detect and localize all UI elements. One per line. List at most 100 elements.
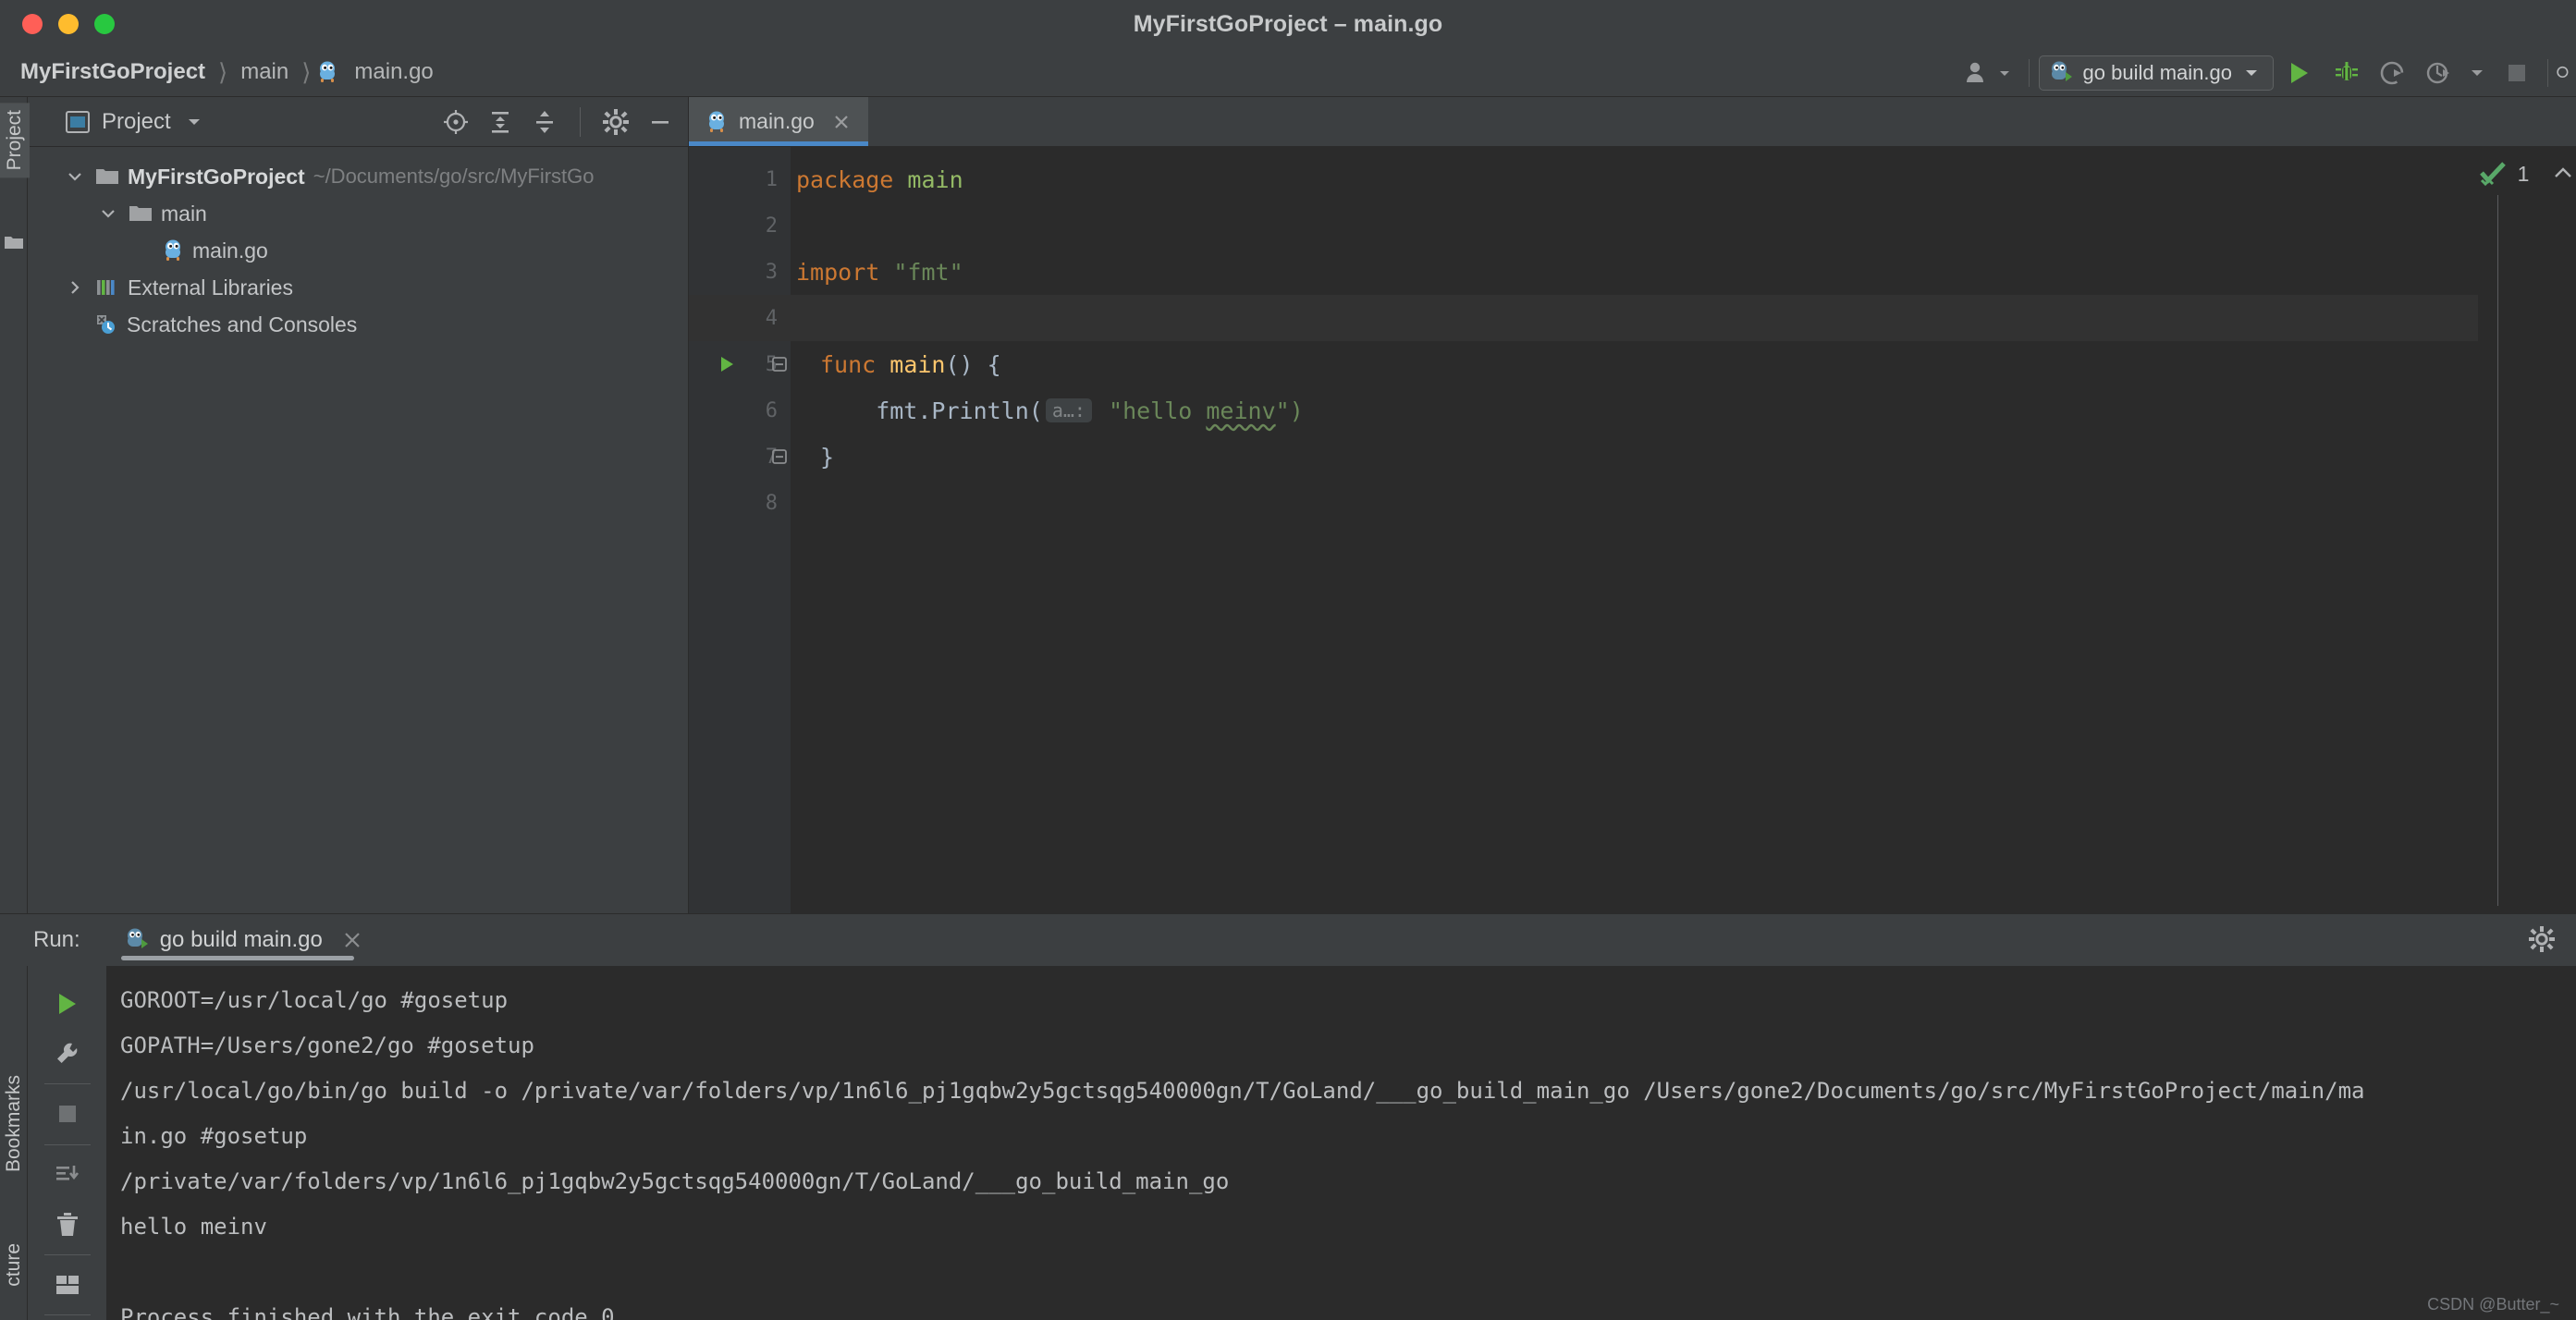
minimize-window-button[interactable] <box>58 14 79 34</box>
gear-icon[interactable] <box>2528 925 2556 953</box>
tree-node-external-libraries[interactable]: External Libraries <box>28 269 688 306</box>
run-with-coverage-button[interactable] <box>2370 48 2416 97</box>
project-pane-title: Project <box>102 108 171 134</box>
collapse-all-icon[interactable] <box>530 107 559 137</box>
code-line[interactable]: import "fmt" <box>791 249 2478 336</box>
go-run-config-icon <box>125 926 149 954</box>
editor-body: 1 2 3 4 5 6 7 8 package main import "fmt… <box>689 147 2576 913</box>
run-tab[interactable]: go build main.go <box>120 914 367 966</box>
chevron-down-icon <box>2472 69 2483 76</box>
tree-node-path: ~/Documents/go/src/MyFirstGo <box>313 165 595 188</box>
inspection-widget[interactable]: 1 <box>2479 147 2576 193</box>
token-string: "fmt" <box>893 258 963 286</box>
tool-window-button-project[interactable]: Project <box>0 103 30 178</box>
account-button[interactable] <box>1957 48 2019 97</box>
breadcrumb: MyFirstGoProject ⟩ main ⟩ main.go <box>0 58 441 87</box>
code-line[interactable]: func main() { <box>772 341 2478 387</box>
clear-all-button[interactable] <box>42 1200 93 1250</box>
console-line: /private/var/folders/vp/1n6l6_pj1gqbw2y5… <box>120 1167 1230 1194</box>
code-line[interactable] <box>791 480 2478 526</box>
intention-bulb-icon[interactable] <box>803 259 823 336</box>
token-function-name: main <box>889 350 946 378</box>
debug-button[interactable] <box>2324 48 2370 97</box>
code-line[interactable]: fmt.Println(a…: "hello meinv ") <box>791 387 2478 434</box>
profiler-button[interactable] <box>2416 48 2462 97</box>
inspection-count: 1 <box>2517 161 2530 186</box>
token-keyword: func <box>820 350 877 378</box>
main-toolbar: go build main.go <box>1957 48 2576 97</box>
stop-button[interactable] <box>2492 48 2542 97</box>
divider <box>43 1143 91 1145</box>
breadcrumb-item-file[interactable]: main.go <box>347 59 440 85</box>
close-window-button[interactable] <box>22 14 43 34</box>
line-number: 3 <box>765 260 778 284</box>
fold-end-icon[interactable] <box>770 447 789 466</box>
token-punctuation: } <box>820 443 835 471</box>
tree-node-main-folder[interactable]: main <box>28 195 688 232</box>
edit-configuration-button[interactable] <box>42 1029 93 1079</box>
tool-window-button-bookmarks[interactable]: Bookmarks <box>3 1075 25 1172</box>
breadcrumb-separator-icon: ⟩ <box>301 57 312 86</box>
project-view-dropdown[interactable] <box>184 112 204 132</box>
editor-column: main.go 1 2 3 4 5 6 7 8 package main imp… <box>689 97 2576 913</box>
active-tab-indicator <box>689 141 868 146</box>
editor-tab-main-go[interactable]: main.go <box>689 97 868 146</box>
code-line[interactable]: } <box>772 434 2478 480</box>
token-keyword: package <box>796 165 894 193</box>
run-console-toolbar <box>28 966 107 1320</box>
tree-node-label: External Libraries <box>128 275 293 299</box>
run-configuration-selector[interactable]: go build main.go <box>2038 55 2274 91</box>
folder-icon <box>95 166 119 187</box>
navigation-bar: MyFirstGoProject ⟩ main ⟩ main.go go bui… <box>0 48 2576 97</box>
close-icon[interactable] <box>341 929 363 951</box>
tool-window-button-structure[interactable]: cture <box>3 1243 25 1287</box>
breadcrumb-item-main[interactable]: main <box>233 59 296 85</box>
search-everywhere-button[interactable] <box>2554 48 2576 97</box>
run-configuration-label: go build main.go <box>2082 60 2232 84</box>
editor-gutter[interactable]: 1 2 3 4 5 6 7 8 <box>689 147 791 913</box>
breadcrumb-separator-icon: ⟩ <box>218 57 228 86</box>
line-number: 8 <box>765 491 778 515</box>
close-icon[interactable] <box>831 112 852 132</box>
tool-window-label-structure: cture <box>3 1243 24 1287</box>
tree-node-label: main <box>161 201 207 226</box>
run-console-output[interactable]: GOROOT=/usr/local/go #gosetup GOPATH=/Us… <box>107 966 2576 1320</box>
tree-node-scratches[interactable]: Scratches and Consoles <box>28 306 688 343</box>
breadcrumb-item-project[interactable]: MyFirstGoProject <box>13 59 213 85</box>
rerun-button[interactable] <box>42 979 93 1029</box>
expand-all-icon[interactable] <box>485 107 515 137</box>
locate-target-icon[interactable] <box>441 107 471 137</box>
code-editor[interactable]: package main import "fmt" func main () {… <box>772 147 2478 913</box>
tree-node-project-root[interactable]: MyFirstGoProject ~/Documents/go/src/MyFi… <box>28 158 688 195</box>
toolbar-divider <box>2028 58 2030 87</box>
scroll-to-end-button[interactable] <box>42 1150 93 1200</box>
chevron-down-icon <box>1999 70 2009 76</box>
title-bar: MyFirstGoProject – main.go <box>0 0 2576 48</box>
stop-button[interactable] <box>42 1089 93 1139</box>
scrollbar-track[interactable] <box>2497 195 2498 906</box>
chevron-down-icon[interactable] <box>96 204 120 223</box>
token-string-typo: meinv <box>1206 397 1276 424</box>
goland-ide-window: MyFirstGoProject – main.go MyFirstGoProj… <box>0 0 2576 1320</box>
parameter-hint-chip[interactable]: a…: <box>1045 398 1092 422</box>
chevron-up-icon[interactable] <box>2551 162 2575 186</box>
console-line: /usr/local/go/bin/go build -o /private/v… <box>120 1077 2365 1104</box>
code-line-current[interactable] <box>791 295 2478 341</box>
code-line[interactable]: package main <box>791 156 2478 202</box>
layout-settings-button[interactable] <box>42 1260 93 1310</box>
profiler-dropdown-button[interactable] <box>2462 48 2492 97</box>
gutter-run-icon[interactable] <box>717 354 737 374</box>
token-string: "hello <box>1109 397 1207 424</box>
chevron-down-icon[interactable] <box>63 167 87 186</box>
fold-start-icon[interactable] <box>770 355 789 373</box>
editor-right-rail: 1 <box>2478 147 2576 913</box>
left-tool-window-bar: Project <box>0 97 30 913</box>
code-line[interactable] <box>791 202 2478 249</box>
zoom-window-button[interactable] <box>94 14 115 34</box>
tree-node-main-go-file[interactable]: main.go <box>28 232 688 269</box>
gear-icon[interactable] <box>601 107 631 137</box>
chevron-right-icon[interactable] <box>63 278 87 297</box>
run-button[interactable] <box>2274 48 2324 97</box>
minimize-icon[interactable] <box>645 107 675 137</box>
console-line: hello meinv <box>120 1213 267 1240</box>
